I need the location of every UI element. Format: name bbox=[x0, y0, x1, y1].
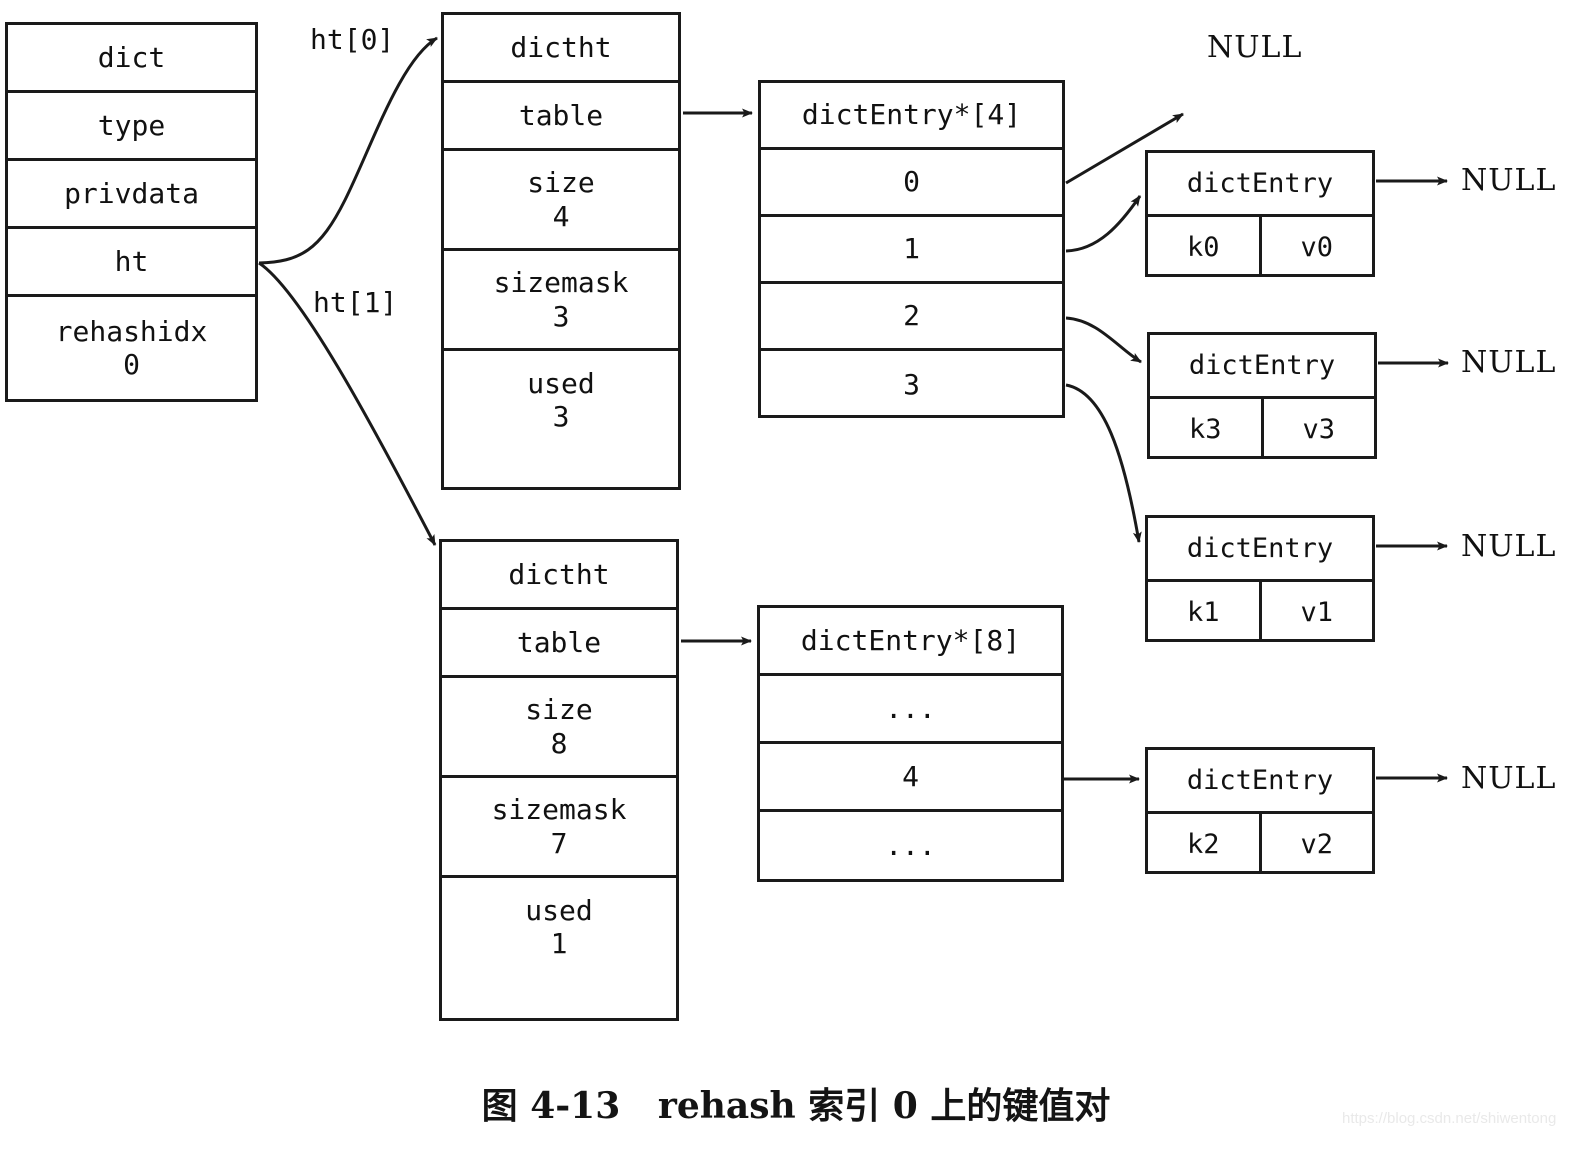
connector-bucket2-entry3 bbox=[1065, 316, 1142, 364]
dictht1-sizemask-label: sizemask bbox=[491, 793, 627, 827]
dict-field-type: type bbox=[8, 93, 255, 161]
null-label-bucket0: NULL bbox=[1207, 30, 1303, 65]
connector-ht0 bbox=[258, 36, 438, 265]
connector-bucket3-entry1 bbox=[1065, 383, 1142, 543]
dictht1-size-row: size 8 bbox=[442, 678, 676, 778]
dict-entry-k1-title: dictEntry bbox=[1148, 518, 1372, 582]
dict-entry-k1-key: k1 bbox=[1148, 582, 1262, 642]
dict-entry-k0-key: k0 bbox=[1148, 217, 1262, 277]
dict-field-privdata: privdata bbox=[8, 161, 255, 229]
bucket-row: ... bbox=[760, 812, 1061, 880]
bucket-row: 3 bbox=[761, 351, 1062, 418]
dictht0-sizemask-value: 3 bbox=[552, 299, 570, 333]
watermark: https://blog.csdn.net/shiwentong bbox=[1342, 1110, 1557, 1127]
bucket-row: 0 bbox=[761, 150, 1062, 217]
dict-entry-k3: dictEntry k3 v3 bbox=[1147, 332, 1377, 459]
dict-entry-k2: dictEntry k2 v2 bbox=[1145, 747, 1375, 874]
dictht0-sizemask-label: sizemask bbox=[493, 266, 629, 300]
dictht0-size-row: size 4 bbox=[444, 151, 678, 251]
dictht1-table-row: table bbox=[442, 610, 676, 678]
dictht0-title-row: dictht bbox=[444, 15, 678, 83]
dictht0-title: dictht bbox=[510, 30, 612, 64]
bucket-index-1: 1 bbox=[903, 232, 920, 266]
dictht1-size-label: size bbox=[525, 693, 593, 727]
dict-struct-box: dict type privdata ht rehashidx 0 bbox=[5, 22, 258, 402]
dict-entry-k0: dictEntry k0 v0 bbox=[1145, 150, 1375, 277]
bucket-index-2: 2 bbox=[903, 299, 920, 333]
dict-entry-k2-title: dictEntry bbox=[1148, 750, 1372, 814]
dict-entry-k3-kv: k3 v3 bbox=[1150, 399, 1374, 459]
null-label-entry-k1: NULL bbox=[1461, 529, 1557, 564]
dict-entry-k2-value: v2 bbox=[1300, 828, 1333, 860]
dict-field-rehashidx-label: rehashidx bbox=[55, 314, 208, 348]
dictht0-size-value: 4 bbox=[552, 199, 570, 233]
bucket-ellipsis-top: ... bbox=[885, 691, 936, 725]
bucket-table-1: dictEntry*[8] ... 4 ... bbox=[757, 605, 1064, 882]
dict-field-privdata-label: privdata bbox=[64, 176, 199, 210]
dictht0-used-label: used bbox=[527, 366, 595, 400]
bucket-ellipsis-bottom: ... bbox=[885, 829, 936, 863]
dict-entry-k0-value: v0 bbox=[1300, 231, 1333, 263]
dict-entry-k3-title: dictEntry bbox=[1150, 335, 1374, 399]
dictht0-table-label: table bbox=[518, 98, 604, 132]
bucket-index-4: 4 bbox=[902, 759, 919, 793]
bucket-row: ... bbox=[760, 676, 1061, 744]
dict-entry-k2-key: k2 bbox=[1148, 814, 1262, 874]
dict-field-type-label: type bbox=[97, 108, 166, 142]
dict-field-ht: ht bbox=[8, 229, 255, 297]
dict-title-row: dict bbox=[8, 25, 255, 93]
bucket-row: 4 bbox=[760, 744, 1061, 812]
dictht1-sizemask-row: sizemask 7 bbox=[442, 778, 676, 878]
dict-entry-k2-kv: k2 v2 bbox=[1148, 814, 1372, 874]
dictht1-size-value: 8 bbox=[550, 726, 568, 760]
dictht0-box: dictht table size 4 sizemask 3 used 3 bbox=[441, 12, 681, 490]
bucket-table-1-header-label: dictEntry*[8] bbox=[800, 623, 1021, 657]
dict-entry-k1-kv: k1 v1 bbox=[1148, 582, 1372, 642]
dictht1-title-row: dictht bbox=[442, 542, 676, 610]
dictht1-used-value: 1 bbox=[550, 927, 568, 960]
dict-entry-k3-value: v3 bbox=[1302, 413, 1335, 445]
dict-field-rehashidx: rehashidx 0 bbox=[8, 297, 255, 399]
bucket-table-0-header-label: dictEntry*[4] bbox=[801, 98, 1022, 132]
null-label-entry-k0: NULL bbox=[1461, 163, 1557, 198]
dictht0-sizemask-row: sizemask 3 bbox=[444, 251, 678, 351]
dictht1-used-row: used 1 bbox=[442, 878, 676, 976]
dict-entry-k1-value: v1 bbox=[1300, 596, 1333, 628]
null-label-entry-k3: NULL bbox=[1461, 345, 1557, 380]
bucket-row: 1 bbox=[761, 217, 1062, 284]
dictht1-sizemask-value: 7 bbox=[550, 826, 568, 860]
dictht1-box: dictht table size 8 sizemask 7 used 1 bbox=[439, 539, 679, 1021]
null-label-entry-k2: NULL bbox=[1461, 761, 1557, 796]
dictht1-title: dictht bbox=[508, 557, 610, 591]
bucket-index-3: 3 bbox=[903, 367, 920, 401]
bucket-table-0-header: dictEntry*[4] bbox=[761, 83, 1062, 150]
bucket-table-0: dictEntry*[4] 0 1 2 3 bbox=[758, 80, 1065, 418]
diagram-canvas: dict type privdata ht rehashidx 0 dictht… bbox=[0, 0, 1592, 1154]
dictht0-table-row: table bbox=[444, 83, 678, 151]
dictht0-used-row: used 3 bbox=[444, 351, 678, 449]
bucket-row: 2 bbox=[761, 284, 1062, 351]
dict-field-ht-label: ht bbox=[114, 244, 149, 278]
dictht1-table-label: table bbox=[516, 625, 602, 659]
dictht1-used-label: used bbox=[525, 893, 593, 927]
bucket-table-1-header: dictEntry*[8] bbox=[760, 608, 1061, 676]
dictht0-size-label: size bbox=[527, 166, 595, 200]
dict-entry-k1: dictEntry k1 v1 bbox=[1145, 515, 1375, 642]
connector-bucket1-entry0 bbox=[1065, 195, 1142, 253]
dict-entry-k0-kv: k0 v0 bbox=[1148, 217, 1372, 277]
dictht0-used-value: 3 bbox=[552, 400, 570, 433]
pointer-label-ht0: ht[0] bbox=[310, 23, 395, 56]
bucket-index-0: 0 bbox=[903, 165, 920, 199]
pointer-label-ht1: ht[1] bbox=[313, 286, 398, 319]
dict-entry-k3-key: k3 bbox=[1150, 399, 1264, 459]
dict-entry-k0-title: dictEntry bbox=[1148, 153, 1372, 217]
dict-title: dict bbox=[97, 40, 166, 74]
dict-field-rehashidx-value: 0 bbox=[123, 348, 140, 381]
